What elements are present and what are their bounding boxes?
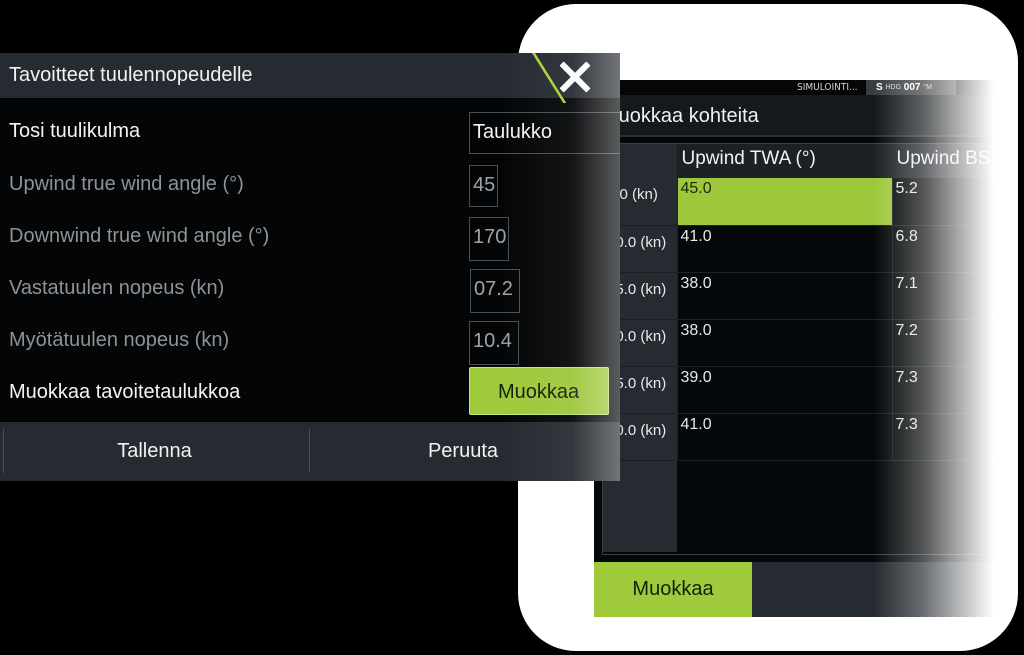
downwind-angle-label: Downwind true wind angle (°) xyxy=(9,225,270,247)
heading-unit: °M xyxy=(923,84,932,91)
close-icon[interactable] xyxy=(558,60,592,94)
cancel-button[interactable]: Peruuta xyxy=(310,422,616,481)
table-cell[interactable]: 7.3 xyxy=(891,413,994,461)
status-bar: ! SIMULOINTI... S HDG 007 °M xyxy=(594,80,994,95)
table-row: 25.0 (kn) 39.0 7.3 xyxy=(603,366,994,414)
upwind-speed-field[interactable]: 07.2 xyxy=(470,269,520,313)
heading-label: HDG xyxy=(885,84,902,91)
edit-table-label: Muokkaa tavoitetaulukkoa xyxy=(9,381,241,403)
heading-prefix: S xyxy=(876,82,883,93)
table-cell-empty xyxy=(892,460,994,552)
table-cell-selected[interactable]: 45.0 xyxy=(676,178,892,226)
table-cell[interactable]: 38.0 xyxy=(676,319,892,367)
table-header-row: Upwind TWA (°) Upwind BS xyxy=(603,144,994,178)
table-cell[interactable]: 41.0 xyxy=(676,225,892,273)
table-row: 15.0 (kn) 38.0 7.1 xyxy=(603,272,994,320)
footer-divider xyxy=(3,429,4,473)
table-empty-row xyxy=(603,460,994,552)
dialog-title: Tavoitteet tuulennopeudelle xyxy=(9,64,253,86)
table-cell[interactable]: 5.2 xyxy=(891,178,994,226)
edit-button[interactable]: Muokkaa xyxy=(594,562,752,617)
upwind-angle-label: Upwind true wind angle (°) xyxy=(9,173,244,195)
simulation-status: SIMULOINTI... xyxy=(797,82,858,93)
column-header: Upwind BS xyxy=(891,144,994,178)
edit-table-button[interactable]: Muokkaa xyxy=(469,367,609,415)
upwind-speed-label: Vastatuulen nopeus (kn) xyxy=(9,277,225,299)
dialog-footer: Tallenna Peruuta xyxy=(0,422,620,481)
screen-title: Muokkaa kohteita xyxy=(594,95,994,137)
heading-readout: S HDG 007 °M xyxy=(866,80,956,95)
table-row: 30.0 (kn) 41.0 7.3 xyxy=(603,413,994,461)
upwind-angle-field[interactable]: 45 xyxy=(469,165,498,207)
true-wind-angle-select[interactable]: Taulukko xyxy=(469,112,620,154)
heading-value: 007 xyxy=(903,82,921,93)
edit-targets-screen: ! SIMULOINTI... S HDG 007 °M Muokkaa koh… xyxy=(594,80,994,617)
table-cell[interactable]: 38.0 xyxy=(676,272,892,320)
table-cell[interactable]: 41.0 xyxy=(676,413,892,461)
downwind-speed-field[interactable]: 10.4 xyxy=(469,321,519,365)
targets-table: Upwind TWA (°) Upwind BS 5.0 (kn) 45.0 5… xyxy=(602,143,994,555)
wind-targets-dialog: Tavoitteet tuulennopeudelle Tosi tuuliku… xyxy=(0,53,620,481)
table-cell[interactable]: 7.3 xyxy=(891,366,994,414)
column-header: Upwind TWA (°) xyxy=(676,144,892,178)
table-row: 10.0 (kn) 41.0 6.8 xyxy=(603,225,994,273)
table-row: 20.0 (kn) 38.0 7.2 xyxy=(603,319,994,367)
screen-footer: Muokkaa xyxy=(594,562,994,617)
table-cell[interactable]: 39.0 xyxy=(676,366,892,414)
save-button[interactable]: Tallenna xyxy=(0,422,309,481)
table-cell[interactable]: 6.8 xyxy=(891,225,994,273)
downwind-angle-field[interactable]: 170 xyxy=(469,217,509,261)
table-row: 5.0 (kn) 45.0 5.2 xyxy=(603,178,994,226)
table-cell[interactable]: 7.1 xyxy=(891,272,994,320)
table-cell-empty xyxy=(677,460,892,552)
table-cell[interactable]: 7.2 xyxy=(891,319,994,367)
dialog-header: Tavoitteet tuulennopeudelle xyxy=(0,53,620,103)
downwind-speed-label: Myötätuulen nopeus (kn) xyxy=(9,329,230,351)
true-wind-angle-label: Tosi tuulikulma xyxy=(9,120,141,142)
